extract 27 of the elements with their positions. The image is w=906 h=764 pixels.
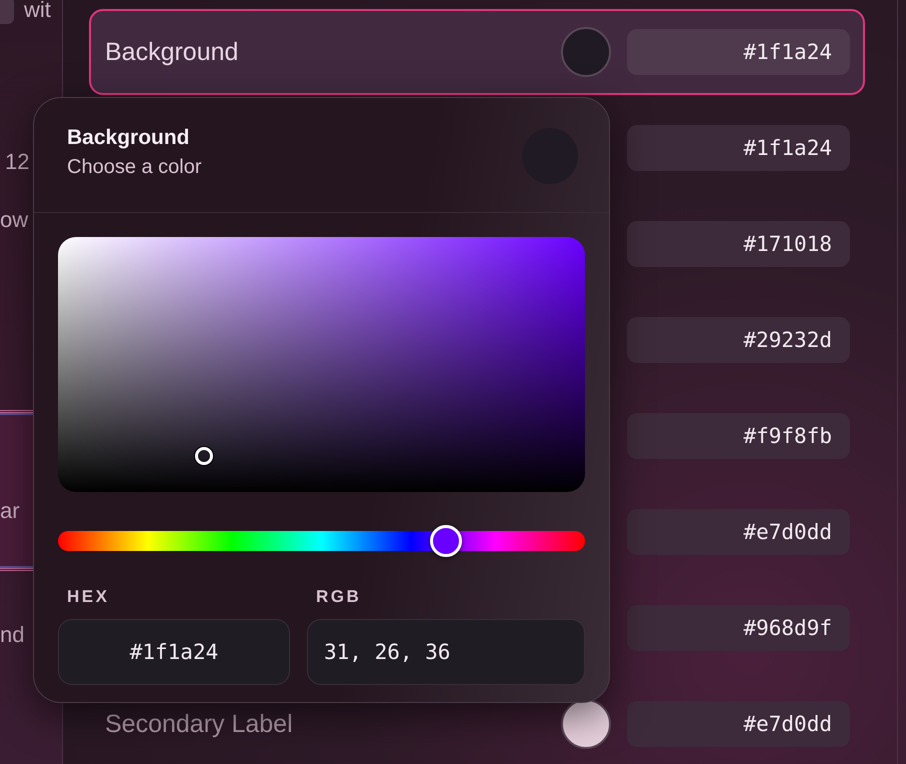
hex-field[interactable]: #1f1a24 bbox=[627, 29, 850, 75]
popover-title: Background bbox=[67, 126, 191, 150]
color-label: Background bbox=[105, 38, 240, 66]
color-label: Secondary Label bbox=[105, 710, 294, 738]
hex-input[interactable]: #1f1a24 bbox=[58, 619, 290, 685]
hex-field[interactable]: #171018 bbox=[627, 221, 850, 267]
hex-field[interactable]: #e7d0dd bbox=[627, 509, 850, 555]
list-text: wit bbox=[24, 0, 51, 24]
hex-field[interactable]: #1f1a24 bbox=[627, 125, 850, 171]
color-swatch[interactable] bbox=[561, 27, 611, 77]
selected-row[interactable]: Background #1f1a24 bbox=[89, 9, 865, 95]
list-text: nd bbox=[0, 622, 24, 647]
field-label: HEX bbox=[66, 587, 110, 607]
field-label: RGB bbox=[315, 587, 362, 607]
hex-field[interactable]: #f9f8fb bbox=[627, 413, 850, 459]
hex-field[interactable]: #968d9f bbox=[627, 605, 850, 651]
color-swatch[interactable] bbox=[561, 699, 611, 749]
rgb-input[interactable]: 31, 26, 36 bbox=[307, 619, 585, 685]
saturation-brightness-area[interactable] bbox=[58, 237, 585, 492]
hue-slider[interactable] bbox=[58, 525, 585, 557]
picker-handle[interactable] bbox=[195, 447, 214, 465]
list-text: 12 bbox=[5, 149, 30, 174]
hex-field[interactable]: #29232d bbox=[627, 317, 850, 363]
hue-thumb[interactable] bbox=[430, 525, 462, 557]
popover-subtitle: Choose a color bbox=[67, 156, 202, 179]
list-text: ow bbox=[0, 207, 28, 232]
hex-field[interactable]: #e7d0dd bbox=[627, 701, 850, 747]
